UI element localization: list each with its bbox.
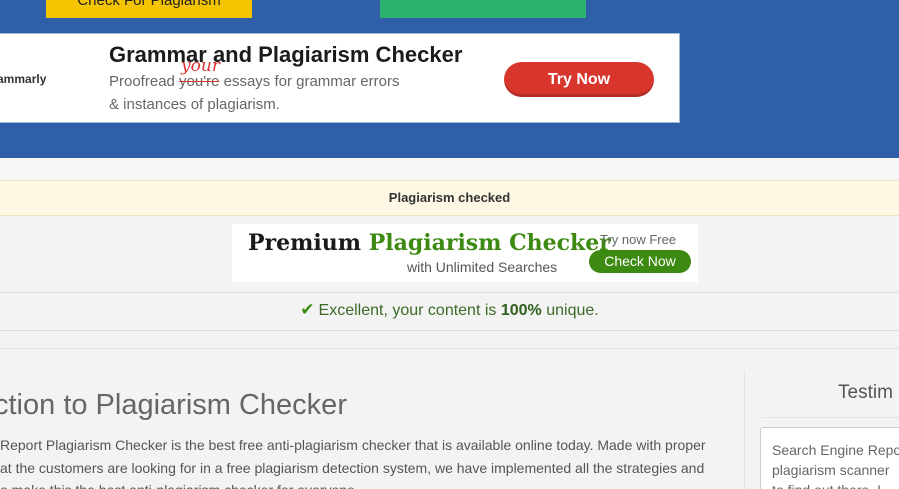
divider xyxy=(0,292,899,293)
try-free-label: Try now Free xyxy=(600,232,677,247)
status-banner: Plagiarism checked xyxy=(0,180,899,216)
check-icon: ✔ xyxy=(300,300,315,319)
spacer-strip xyxy=(0,158,899,180)
result-message: ✔ Excellent, your content is 100% unique. xyxy=(300,300,599,319)
struck-word: your you're xyxy=(179,56,220,90)
check-plagiarism-button[interactable]: Check For Plagiarism xyxy=(46,0,252,18)
testimonial-card: Search Engine Repo plagiarism scanner to… xyxy=(760,427,899,489)
try-now-button[interactable]: Try Now xyxy=(504,62,654,97)
status-text: Plagiarism checked xyxy=(388,190,511,205)
testimonial-line: plagiarism scanner xyxy=(772,462,890,478)
section-title: ction to Plagiarism Checker xyxy=(0,389,347,421)
premium-title: Premium Plagiarism Checker xyxy=(248,230,611,256)
testimonials-title: Testim xyxy=(838,382,893,403)
grammarly-ad[interactable]: grammarly Grammar and Plagiarism Checker… xyxy=(0,33,680,123)
premium-subtitle: with Unlimited Searches xyxy=(407,259,558,275)
header-band: Check For Plagiarism grammarly Grammar a… xyxy=(0,0,899,158)
sidebar-rule xyxy=(762,417,899,418)
handwritten-correction: your xyxy=(181,56,220,76)
intro-paragraph: Report Plagiarism Checker is the best fr… xyxy=(0,434,730,489)
testimonial-line: to find out there. I xyxy=(772,480,899,489)
divider xyxy=(0,330,899,331)
ad-description-line1: Proofread your you're essays for grammar … xyxy=(109,56,400,90)
testimonial-line: Search Engine Repo xyxy=(772,442,899,458)
paragraph-line: o make this the best anti-plagiarism che… xyxy=(0,479,730,489)
ad-description-line2: & instances of plagiarism. xyxy=(109,96,280,113)
paragraph-line: Report Plagiarism Checker is the best fr… xyxy=(0,437,706,453)
premium-banner[interactable]: Premium Plagiarism Checker with Unlimite… xyxy=(232,224,698,282)
ad-title: Grammar and Plagiarism Checker xyxy=(109,42,463,67)
paragraph-line: at the customers are looking for in a fr… xyxy=(0,459,705,476)
check-now-button[interactable]: Check Now xyxy=(589,250,691,273)
grammarly-logo: grammarly xyxy=(0,72,47,86)
divider xyxy=(0,348,899,349)
sidebar-divider xyxy=(744,370,745,489)
secondary-action-button[interactable] xyxy=(380,0,586,18)
unique-percent: 100% xyxy=(500,302,542,319)
